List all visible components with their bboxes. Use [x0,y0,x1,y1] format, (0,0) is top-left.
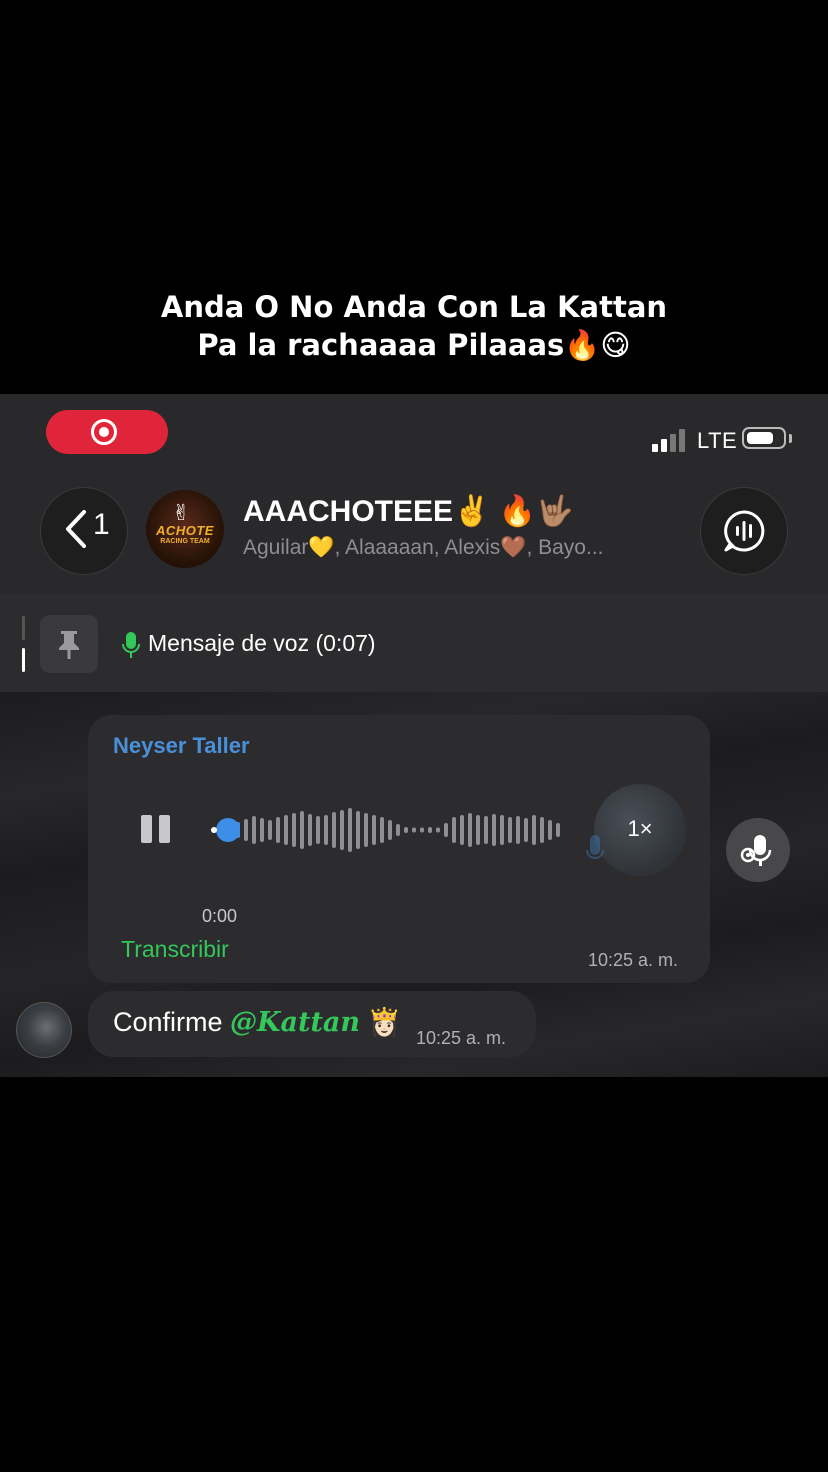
waveform-bar [420,827,424,833]
group-avatar[interactable]: ✌ ACHOTE RACING TEAM [146,490,224,568]
voice-to-text-icon [740,835,772,866]
waveform-bar [252,816,256,844]
waveform-bar [428,827,432,833]
waveform-bar [548,820,552,840]
waveform-bar [364,813,368,847]
pin-button[interactable] [40,615,98,673]
audio-current-time: 0:00 [202,906,238,926]
video-caption: Anda O No Anda Con La Kattan Pa la racha… [0,288,828,364]
waveform-bar [332,812,336,848]
mention-link[interactable]: @Kattan [230,1007,360,1038]
waveform-bar [276,817,280,843]
waveform-bar [436,827,440,833]
waveform-bar [316,816,320,844]
playback-start-dot [211,827,217,833]
waveform-bar [404,827,408,833]
chevron-left-icon [66,510,86,548]
waveform-bar [356,811,360,849]
caption-line-2: Pa la rachaaaa Pilaaas🔥😋 [197,328,631,362]
waveform-bar [556,823,560,837]
waveform-bar [348,808,352,852]
playback-scrubber[interactable] [216,818,240,842]
transcribe-button[interactable]: Transcribir [121,936,229,963]
waveform-bar [516,816,520,844]
waveform-bar [372,815,376,845]
battery-level [747,432,773,444]
avatar-logo-text: ACHOTE [156,523,214,538]
waveform-bar [444,823,448,837]
playback-speed-label: 1× [627,816,653,841]
waveform-bar [412,827,416,833]
message-timestamp: 10:25 a. m. [416,1028,507,1048]
princess-emoji: 👸🏻 [367,1007,402,1037]
microphone-icon [586,835,604,859]
waveform-bar [244,819,248,841]
waveform-bar [292,813,296,847]
waveform-bar [340,810,344,850]
waveform-bar [540,817,544,843]
waveform-bar [284,815,288,845]
sender-name[interactable]: Neyser Taller [113,733,250,759]
waveform-bar [396,824,400,836]
pin-icon [59,631,79,659]
waveform-bar [524,818,528,842]
waveform-bar [452,817,456,843]
waveform-bar [532,815,536,845]
waveform-bar [300,811,304,849]
pause-icon[interactable] [139,812,173,846]
caption-line-1: Anda O No Anda Con La Kattan [160,290,668,324]
chat-screen: LTE 1 ✌ ACHOTE RACING TEAM AAACHOTEEE✌️ … [0,394,828,1077]
waveform-bar [484,816,488,844]
battery-icon [742,427,786,449]
waveform-bar [388,820,392,840]
waveform-bar [260,818,264,842]
unread-count: 1 [93,508,110,541]
waveform-bar [508,817,512,843]
voice-chat-icon [724,510,765,552]
waveform-bar [468,813,472,847]
message-body: Confirme [113,1007,231,1037]
pinned-indicator [22,616,25,672]
pinned-message-text: Mensaje de voz (0:07) [148,630,376,656]
waveform-bar [500,815,504,845]
waveform-bar [380,817,384,843]
waveform-bar [324,815,328,845]
waveform-bar [460,815,464,845]
waveform-bar [308,814,312,846]
waveform-bar [268,820,272,840]
signal-strength-icon [652,424,692,452]
message-timestamp: 10:25 a. m. [588,950,679,970]
battery-cap [789,434,792,443]
chat-title[interactable]: AAACHOTEEE✌️ 🔥🤟🏽 [243,494,573,529]
chat-members: Aguilar💛, Alaaaaan, Alexis🤎, Bayo... [243,536,604,559]
waveform-bar [492,814,496,846]
message-text: Confirme @Kattan 👸🏻 [113,1006,401,1038]
record-dot [99,427,109,437]
microphone-icon [122,632,140,658]
sender-avatar[interactable] [16,1002,72,1058]
audio-waveform[interactable] [202,801,562,859]
avatar-logo-subtext: RACING TEAM [160,538,210,545]
waveform-bar [476,815,480,845]
network-type: LTE [697,428,738,453]
